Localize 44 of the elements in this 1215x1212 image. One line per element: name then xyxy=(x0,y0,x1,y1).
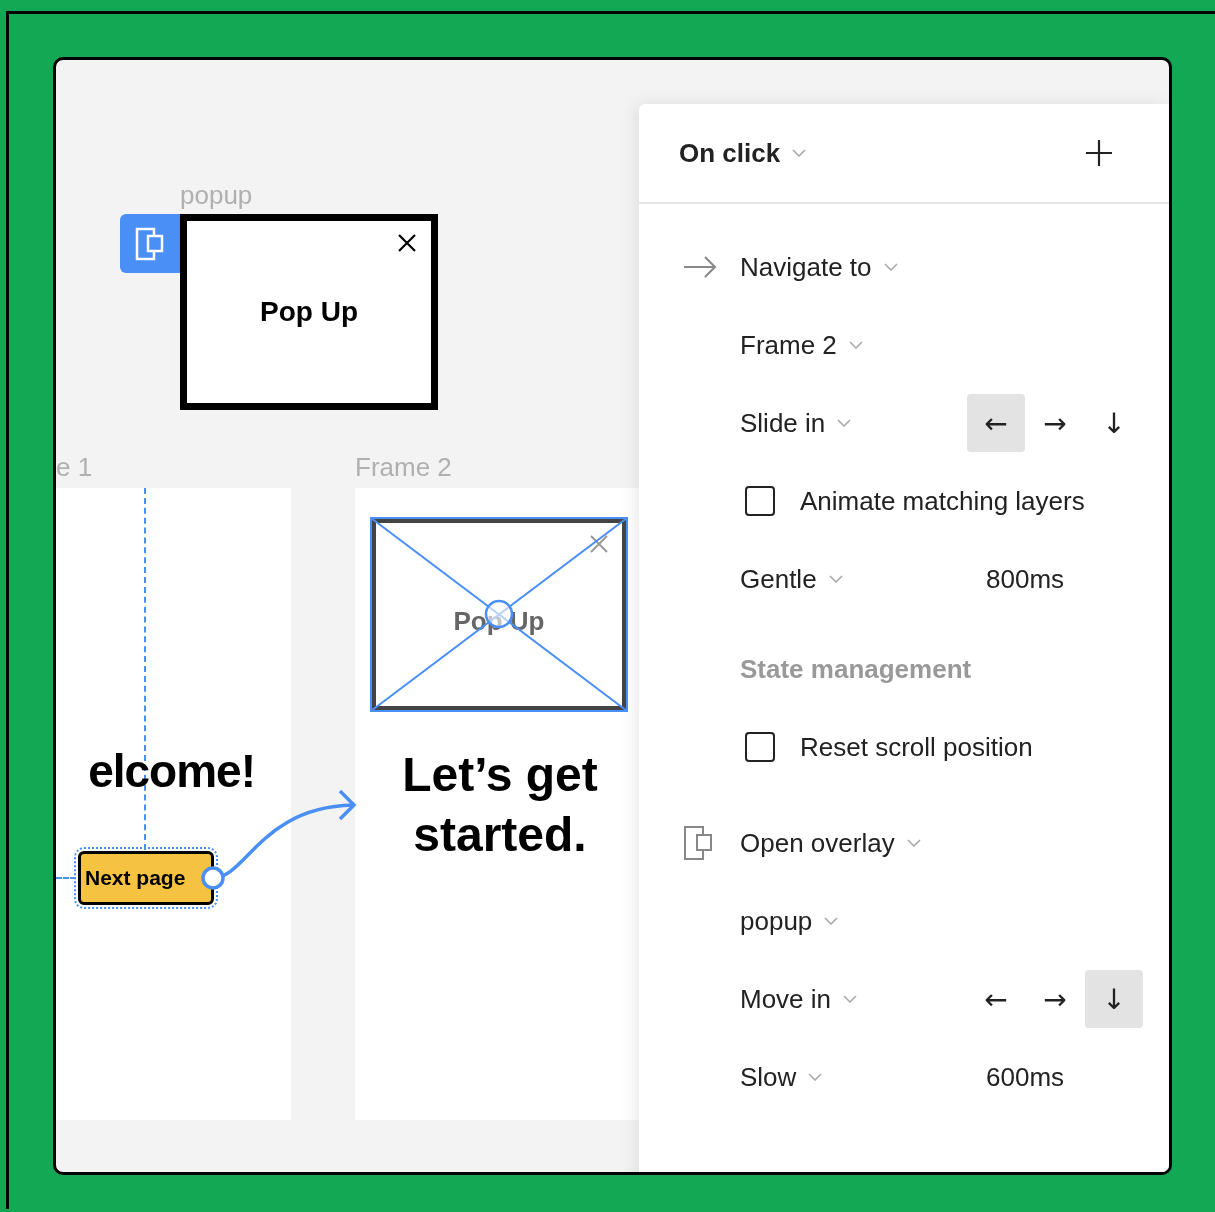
frame-label: popup xyxy=(180,180,253,210)
dropdown[interactable]: Move in xyxy=(740,983,832,1015)
frame-heading: Let’s get started. xyxy=(401,747,599,863)
dropdown[interactable]: Slide in xyxy=(740,407,826,439)
duration-value[interactable]: 600ms xyxy=(986,1061,1065,1093)
dropdown[interactable]: Frame 2 xyxy=(740,329,837,361)
arrow-right-icon xyxy=(683,256,717,278)
dropdown[interactable]: Slow xyxy=(740,1061,797,1093)
chevron-down-icon xyxy=(828,575,843,583)
popup-title: Pop Up xyxy=(260,296,358,328)
direction-button[interactable]: → xyxy=(1026,970,1084,1028)
direction-button[interactable]: ← xyxy=(967,970,1025,1028)
trigger-dropdown[interactable]: On click xyxy=(679,137,781,169)
direction-button[interactable]: ↓ xyxy=(1085,970,1143,1028)
frame-label: Frame 2 xyxy=(355,452,452,482)
overlay-icon[interactable] xyxy=(120,214,180,273)
checkbox[interactable] xyxy=(745,732,775,762)
popup-frame[interactable]: Pop Up xyxy=(180,214,438,410)
direction-button[interactable]: → xyxy=(1026,394,1084,452)
dropdown[interactable]: Open overlay xyxy=(740,827,895,859)
dropdown[interactable]: Gentle xyxy=(740,563,817,595)
chevron-down-icon xyxy=(848,341,863,349)
chevron-down-icon xyxy=(843,995,858,1003)
add-icon[interactable] xyxy=(1085,139,1113,167)
chevron-down-icon xyxy=(824,917,839,925)
checkbox[interactable] xyxy=(745,486,775,516)
frame-label: e 1 xyxy=(56,452,93,482)
chevron-down-icon xyxy=(883,263,898,271)
close-icon xyxy=(397,233,417,253)
overlay-icon xyxy=(683,825,715,861)
direction-button[interactable]: ← xyxy=(967,394,1025,452)
direction-button[interactable]: ↓ xyxy=(1085,394,1143,452)
chevron-down-icon xyxy=(906,839,921,847)
frame-heading: elcome! xyxy=(88,744,255,798)
checkbox-label: Reset scroll position xyxy=(800,731,1033,763)
duration-value[interactable]: 800ms xyxy=(986,563,1065,595)
dropdown[interactable]: popup xyxy=(740,905,813,937)
dropdown[interactable]: Navigate to xyxy=(740,251,872,283)
checkbox-label: Animate matching layers xyxy=(800,485,1085,517)
close-icon xyxy=(589,534,609,554)
section-heading: State management xyxy=(740,653,972,685)
chevron-down-icon xyxy=(837,419,852,427)
chevron-down-icon xyxy=(792,149,807,157)
chevron-down-icon xyxy=(808,1073,823,1081)
